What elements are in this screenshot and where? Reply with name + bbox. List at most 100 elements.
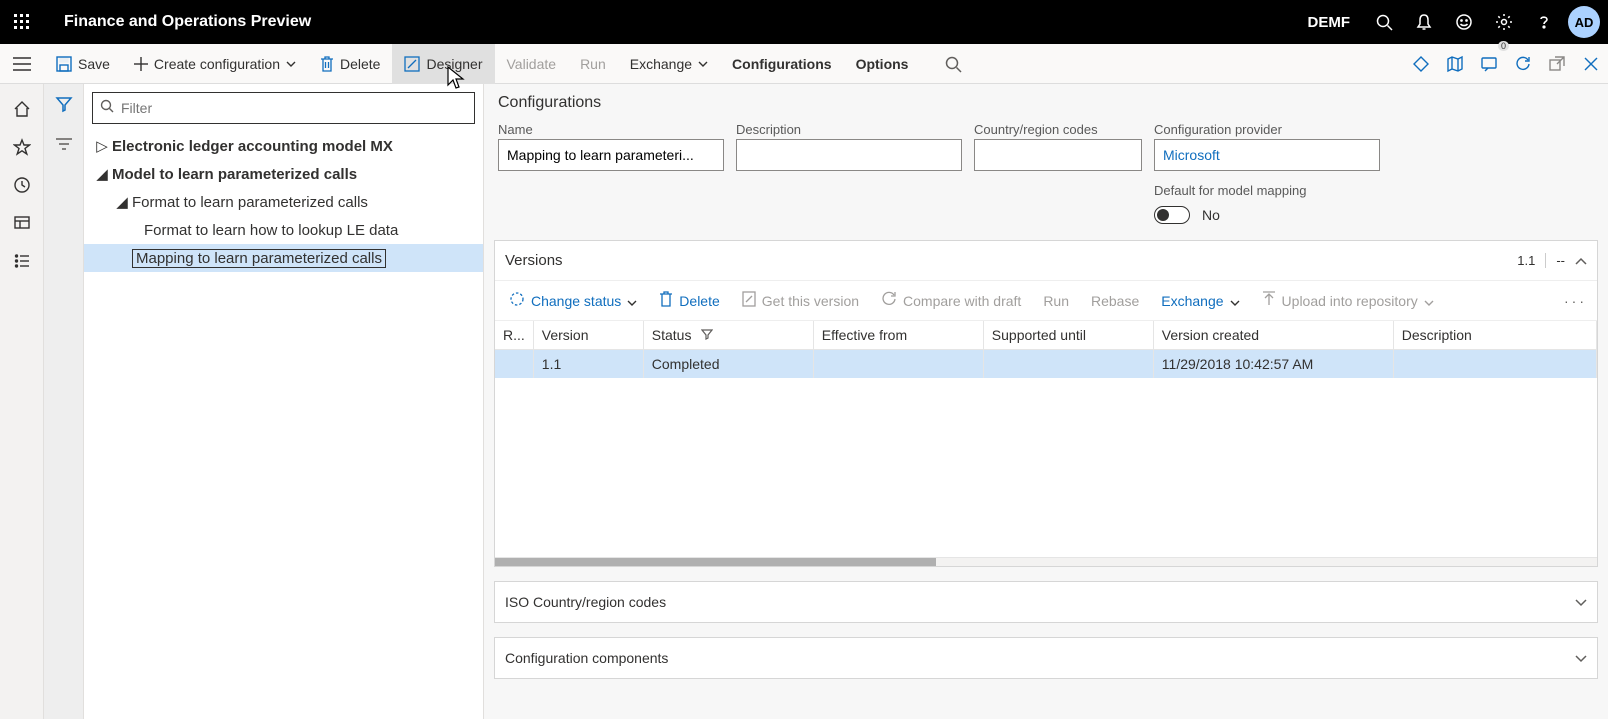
col-header-description[interactable]: Description — [1393, 321, 1596, 350]
cell-description[interactable] — [1393, 350, 1596, 379]
message-count-badge: 0 — [1498, 41, 1509, 51]
configurations-tab[interactable]: Configurations — [720, 44, 844, 84]
delete-label: Delete — [340, 56, 380, 72]
options-tab[interactable]: Options — [844, 44, 921, 84]
company-code[interactable]: DEMF — [1308, 14, 1351, 31]
cell-r[interactable] — [495, 350, 533, 379]
collapse-caret-icon[interactable]: ◢ — [92, 165, 112, 183]
configurations-heading: Configurations — [494, 86, 1598, 122]
tree-filter-input[interactable] — [92, 92, 475, 124]
versions-panel-header[interactable]: Versions 1.1 -- — [495, 241, 1597, 281]
rebase-button[interactable]: Rebase — [1081, 281, 1149, 321]
col-header-version[interactable]: Version — [533, 321, 643, 350]
col-header-effective[interactable]: Effective from — [813, 321, 983, 350]
filter-funnel-icon[interactable] — [701, 327, 713, 343]
compare-icon — [881, 291, 897, 310]
versions-more-icon[interactable]: ··· — [1564, 293, 1593, 309]
filter-lines-icon[interactable] — [44, 124, 83, 164]
expand-caret-icon[interactable]: ▷ — [92, 137, 112, 155]
iso-country-header[interactable]: ISO Country/region codes — [495, 582, 1597, 622]
collapse-caret-icon[interactable]: ◢ — [112, 193, 132, 211]
compare-draft-label: Compare with draft — [903, 293, 1021, 309]
create-config-label: Create configuration — [154, 56, 280, 72]
tree-item[interactable]: ▷ Electronic ledger accounting model MX — [84, 132, 483, 160]
col-header-supported[interactable]: Supported until — [983, 321, 1153, 350]
cell-effective[interactable] — [813, 350, 983, 379]
cell-version[interactable]: 1.1 — [533, 350, 643, 379]
tree-item[interactable]: ◢ Format to learn parameterized calls — [84, 188, 483, 216]
tree-item[interactable]: Format to learn how to lookup LE data — [84, 216, 483, 244]
tree-item[interactable]: ◢ Model to learn parameterized calls — [84, 160, 483, 188]
workspace-icon[interactable] — [0, 204, 44, 242]
help-icon[interactable] — [1524, 0, 1564, 44]
upload-icon — [1262, 291, 1276, 310]
name-field[interactable] — [498, 139, 724, 171]
get-this-version-button[interactable]: Get this version — [732, 281, 869, 321]
designer-button[interactable]: Designer — [392, 44, 494, 84]
user-avatar[interactable]: AD — [1568, 6, 1600, 38]
delete-button[interactable]: Delete — [308, 44, 392, 84]
configurations-label: Configurations — [732, 56, 832, 72]
tree-item-label: Mapping to learn parameterized calls — [132, 249, 386, 268]
cell-supported[interactable] — [983, 350, 1153, 379]
col-header-status[interactable]: Status — [643, 321, 813, 350]
map-icon[interactable] — [1438, 44, 1472, 84]
default-mapping-toggle[interactable] — [1154, 206, 1190, 224]
bell-icon[interactable] — [1404, 0, 1444, 44]
close-icon[interactable] — [1574, 44, 1608, 84]
chevron-down-icon[interactable] — [1575, 594, 1587, 610]
app-launcher-icon[interactable] — [0, 0, 44, 44]
version-run-label: Run — [1043, 293, 1069, 309]
chevron-down-icon — [1230, 293, 1240, 309]
exchange-button[interactable]: Exchange — [618, 44, 720, 84]
provider-label: Configuration provider — [1154, 122, 1380, 137]
cell-created[interactable]: 11/29/2018 10:42:57 AM — [1153, 350, 1393, 379]
home-icon[interactable] — [0, 90, 44, 128]
refresh-icon[interactable] — [1506, 44, 1540, 84]
message-icon[interactable]: 0 — [1472, 44, 1506, 84]
create-configuration-button[interactable]: Create configuration — [122, 44, 308, 84]
tree-item-selected[interactable]: Mapping to learn parameterized calls — [84, 244, 483, 272]
col-header-r[interactable]: R... — [495, 321, 533, 350]
cell-status[interactable]: Completed — [643, 350, 813, 379]
version-exchange-label: Exchange — [1161, 293, 1223, 309]
configuration-tree: ▷ Electronic ledger accounting model MX … — [84, 132, 483, 272]
tree-item-label: Model to learn parameterized calls — [112, 166, 357, 183]
upload-repo-button[interactable]: Upload into repository — [1252, 281, 1444, 321]
version-delete-button[interactable]: Delete — [649, 281, 729, 321]
chevron-up-icon[interactable] — [1575, 252, 1587, 269]
version-run-button[interactable]: Run — [1033, 281, 1079, 321]
compare-draft-button[interactable]: Compare with draft — [871, 281, 1031, 321]
validate-button[interactable]: Validate — [495, 44, 569, 84]
hamburger-menu-icon[interactable] — [0, 44, 44, 84]
change-status-button[interactable]: Change status — [499, 281, 647, 321]
recent-clock-icon[interactable] — [0, 166, 44, 204]
run-button[interactable]: Run — [568, 44, 618, 84]
favorites-star-icon[interactable] — [0, 128, 44, 166]
country-codes-field[interactable] — [974, 139, 1142, 171]
settings-gear-icon[interactable] — [1484, 0, 1524, 44]
horizontal-scrollbar[interactable] — [495, 558, 1597, 566]
search-icon[interactable] — [1364, 0, 1404, 44]
commandbar-search-icon[interactable] — [920, 44, 974, 84]
table-row[interactable]: 1.1 Completed 11/29/2018 10:42:57 AM — [495, 350, 1597, 379]
filter-funnel-icon[interactable] — [44, 84, 83, 124]
get-this-version-label: Get this version — [762, 293, 859, 309]
version-delete-label: Delete — [679, 293, 719, 309]
popout-icon[interactable] — [1540, 44, 1574, 84]
description-field[interactable] — [736, 139, 962, 171]
configuration-tree-pane: ▷ Electronic ledger accounting model MX … — [84, 84, 484, 719]
versions-summary-dash: -- — [1545, 253, 1565, 268]
version-exchange-button[interactable]: Exchange — [1151, 281, 1249, 321]
rebase-label: Rebase — [1091, 293, 1139, 309]
diamond-icon[interactable] — [1404, 44, 1438, 84]
feedback-smile-icon[interactable] — [1444, 0, 1484, 44]
col-header-created[interactable]: Version created — [1153, 321, 1393, 350]
save-button[interactable]: Save — [44, 44, 122, 84]
provider-field[interactable] — [1154, 139, 1380, 171]
modules-list-icon[interactable] — [0, 242, 44, 280]
components-header[interactable]: Configuration components — [495, 638, 1597, 678]
chevron-down-icon[interactable] — [1575, 650, 1587, 666]
command-bar: Save Create configuration Delete Designe… — [0, 44, 1608, 84]
iso-country-title: ISO Country/region codes — [505, 594, 666, 610]
